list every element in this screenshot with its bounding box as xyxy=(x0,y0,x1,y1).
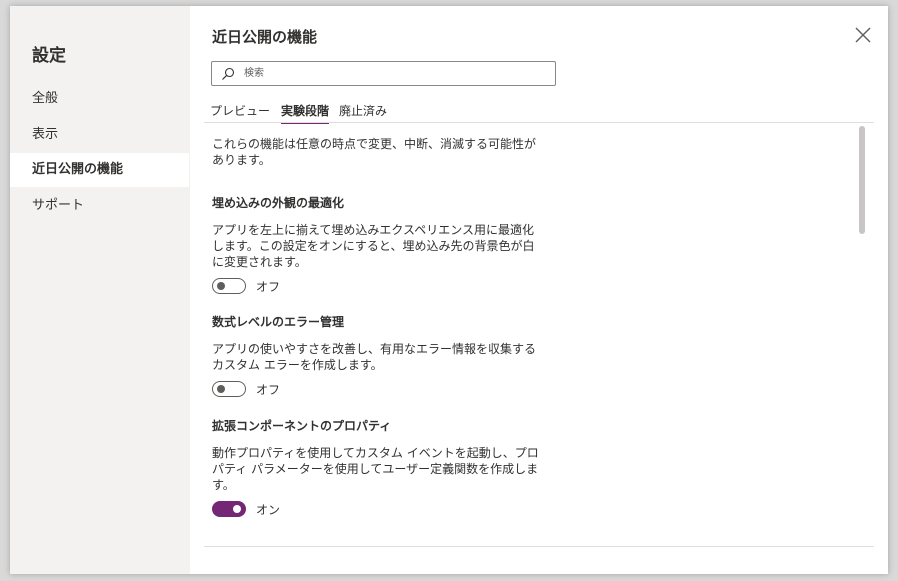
search-icon xyxy=(222,67,235,80)
toggle-label: オフ xyxy=(256,383,281,397)
toggle-label: オフ xyxy=(256,280,281,294)
close-button[interactable] xyxy=(852,24,874,46)
tab-retired[interactable]: 廃止済み xyxy=(339,102,387,122)
intro-line: これらの機能は任意の時点で変更、中断、消滅する可能性が xyxy=(212,137,537,151)
sidebar-item-upcoming-features[interactable]: 近日公開の機能 xyxy=(10,153,189,187)
feature-list: これらの機能は任意の時点で変更、中断、消滅する可能性が あります。 埋め込みの外… xyxy=(212,136,562,517)
description-line: 動作プロパティを使用してカスタム イベントを起動し、プロ xyxy=(212,446,539,460)
toggle-knob xyxy=(217,282,225,290)
formula-error-toggle[interactable] xyxy=(212,381,246,397)
feature-description: アプリを左上に揃えて埋め込みエクスペリエンス用に最適化 します。この設定をオンに… xyxy=(212,222,562,270)
intro-line: あります。 xyxy=(212,153,271,167)
toggle-knob xyxy=(217,385,225,393)
main-panel: 近日公開の機能 プレビュー 実験段階 廃止済み これらの機能は任意の時点で変更、… xyxy=(190,6,888,574)
sidebar-item-display[interactable]: 表示 xyxy=(10,118,189,152)
settings-sidebar: 設定 全般 表示 近日公開の機能 サポート xyxy=(10,6,190,574)
feature-description: 動作プロパティを使用してカスタム イベントを起動し、プロ パティ パラメーターを… xyxy=(212,445,562,493)
feature-enhanced-component-properties: 拡張コンポーネントのプロパティ 動作プロパティを使用してカスタム イベントを起動… xyxy=(212,417,562,517)
description-line: アプリを左上に揃えて埋め込みエクスペリエンス用に最適化 xyxy=(212,223,534,237)
search-input[interactable] xyxy=(244,64,544,83)
footer-divider xyxy=(204,546,874,547)
description-line: カスタム エラーを作成します。 xyxy=(212,358,383,372)
search-box[interactable] xyxy=(211,61,556,86)
description-line: に変更されます。 xyxy=(212,255,307,269)
feature-title: 数式レベルのエラー管理 xyxy=(212,315,345,329)
tab-preview[interactable]: プレビュー xyxy=(210,102,270,122)
scrollbar-thumb[interactable] xyxy=(859,126,865,234)
intro-text: これらの機能は任意の時点で変更、中断、消滅する可能性が あります。 xyxy=(212,136,562,168)
sidebar-title: 設定 xyxy=(32,46,66,66)
description-line: アプリの使いやすさを改善し、有用なエラー情報を収集する xyxy=(212,342,537,356)
feature-description: アプリの使いやすさを改善し、有用なエラー情報を収集する カスタム エラーを作成し… xyxy=(212,341,562,373)
close-icon xyxy=(855,27,871,43)
settings-dialog: 設定 全般 表示 近日公開の機能 サポート 近日公開の機能 プレビュー 実験段階… xyxy=(10,6,888,574)
tab-experimental[interactable]: 実験段階 xyxy=(281,102,330,124)
sidebar-item-general[interactable]: 全般 xyxy=(10,82,189,116)
page-title: 近日公開の機能 xyxy=(212,28,318,46)
feature-formula-error-management: 数式レベルのエラー管理 アプリの使いやすさを改善し、有用なエラー情報を収集する … xyxy=(212,313,562,397)
description-line: パティ パラメーターを使用してユーザー定義関数を作成しま xyxy=(212,462,539,476)
toggle-label: オン xyxy=(256,503,281,517)
tab-divider xyxy=(204,122,874,123)
component-properties-toggle[interactable] xyxy=(212,501,246,517)
description-line: す。 xyxy=(212,478,235,492)
feature-embed-appearance: 埋め込みの外観の最適化 アプリを左上に揃えて埋め込みエクスペリエンス用に最適化 … xyxy=(212,194,562,294)
embed-appearance-toggle[interactable] xyxy=(212,278,246,294)
feature-title: 埋め込みの外観の最適化 xyxy=(212,196,345,210)
toggle-knob xyxy=(233,505,241,513)
description-line: します。この設定をオンにすると、埋め込み先の背景色が白 xyxy=(212,239,535,253)
feature-title: 拡張コンポーネントのプロパティ xyxy=(212,419,392,433)
sidebar-item-support[interactable]: サポート xyxy=(10,189,189,223)
